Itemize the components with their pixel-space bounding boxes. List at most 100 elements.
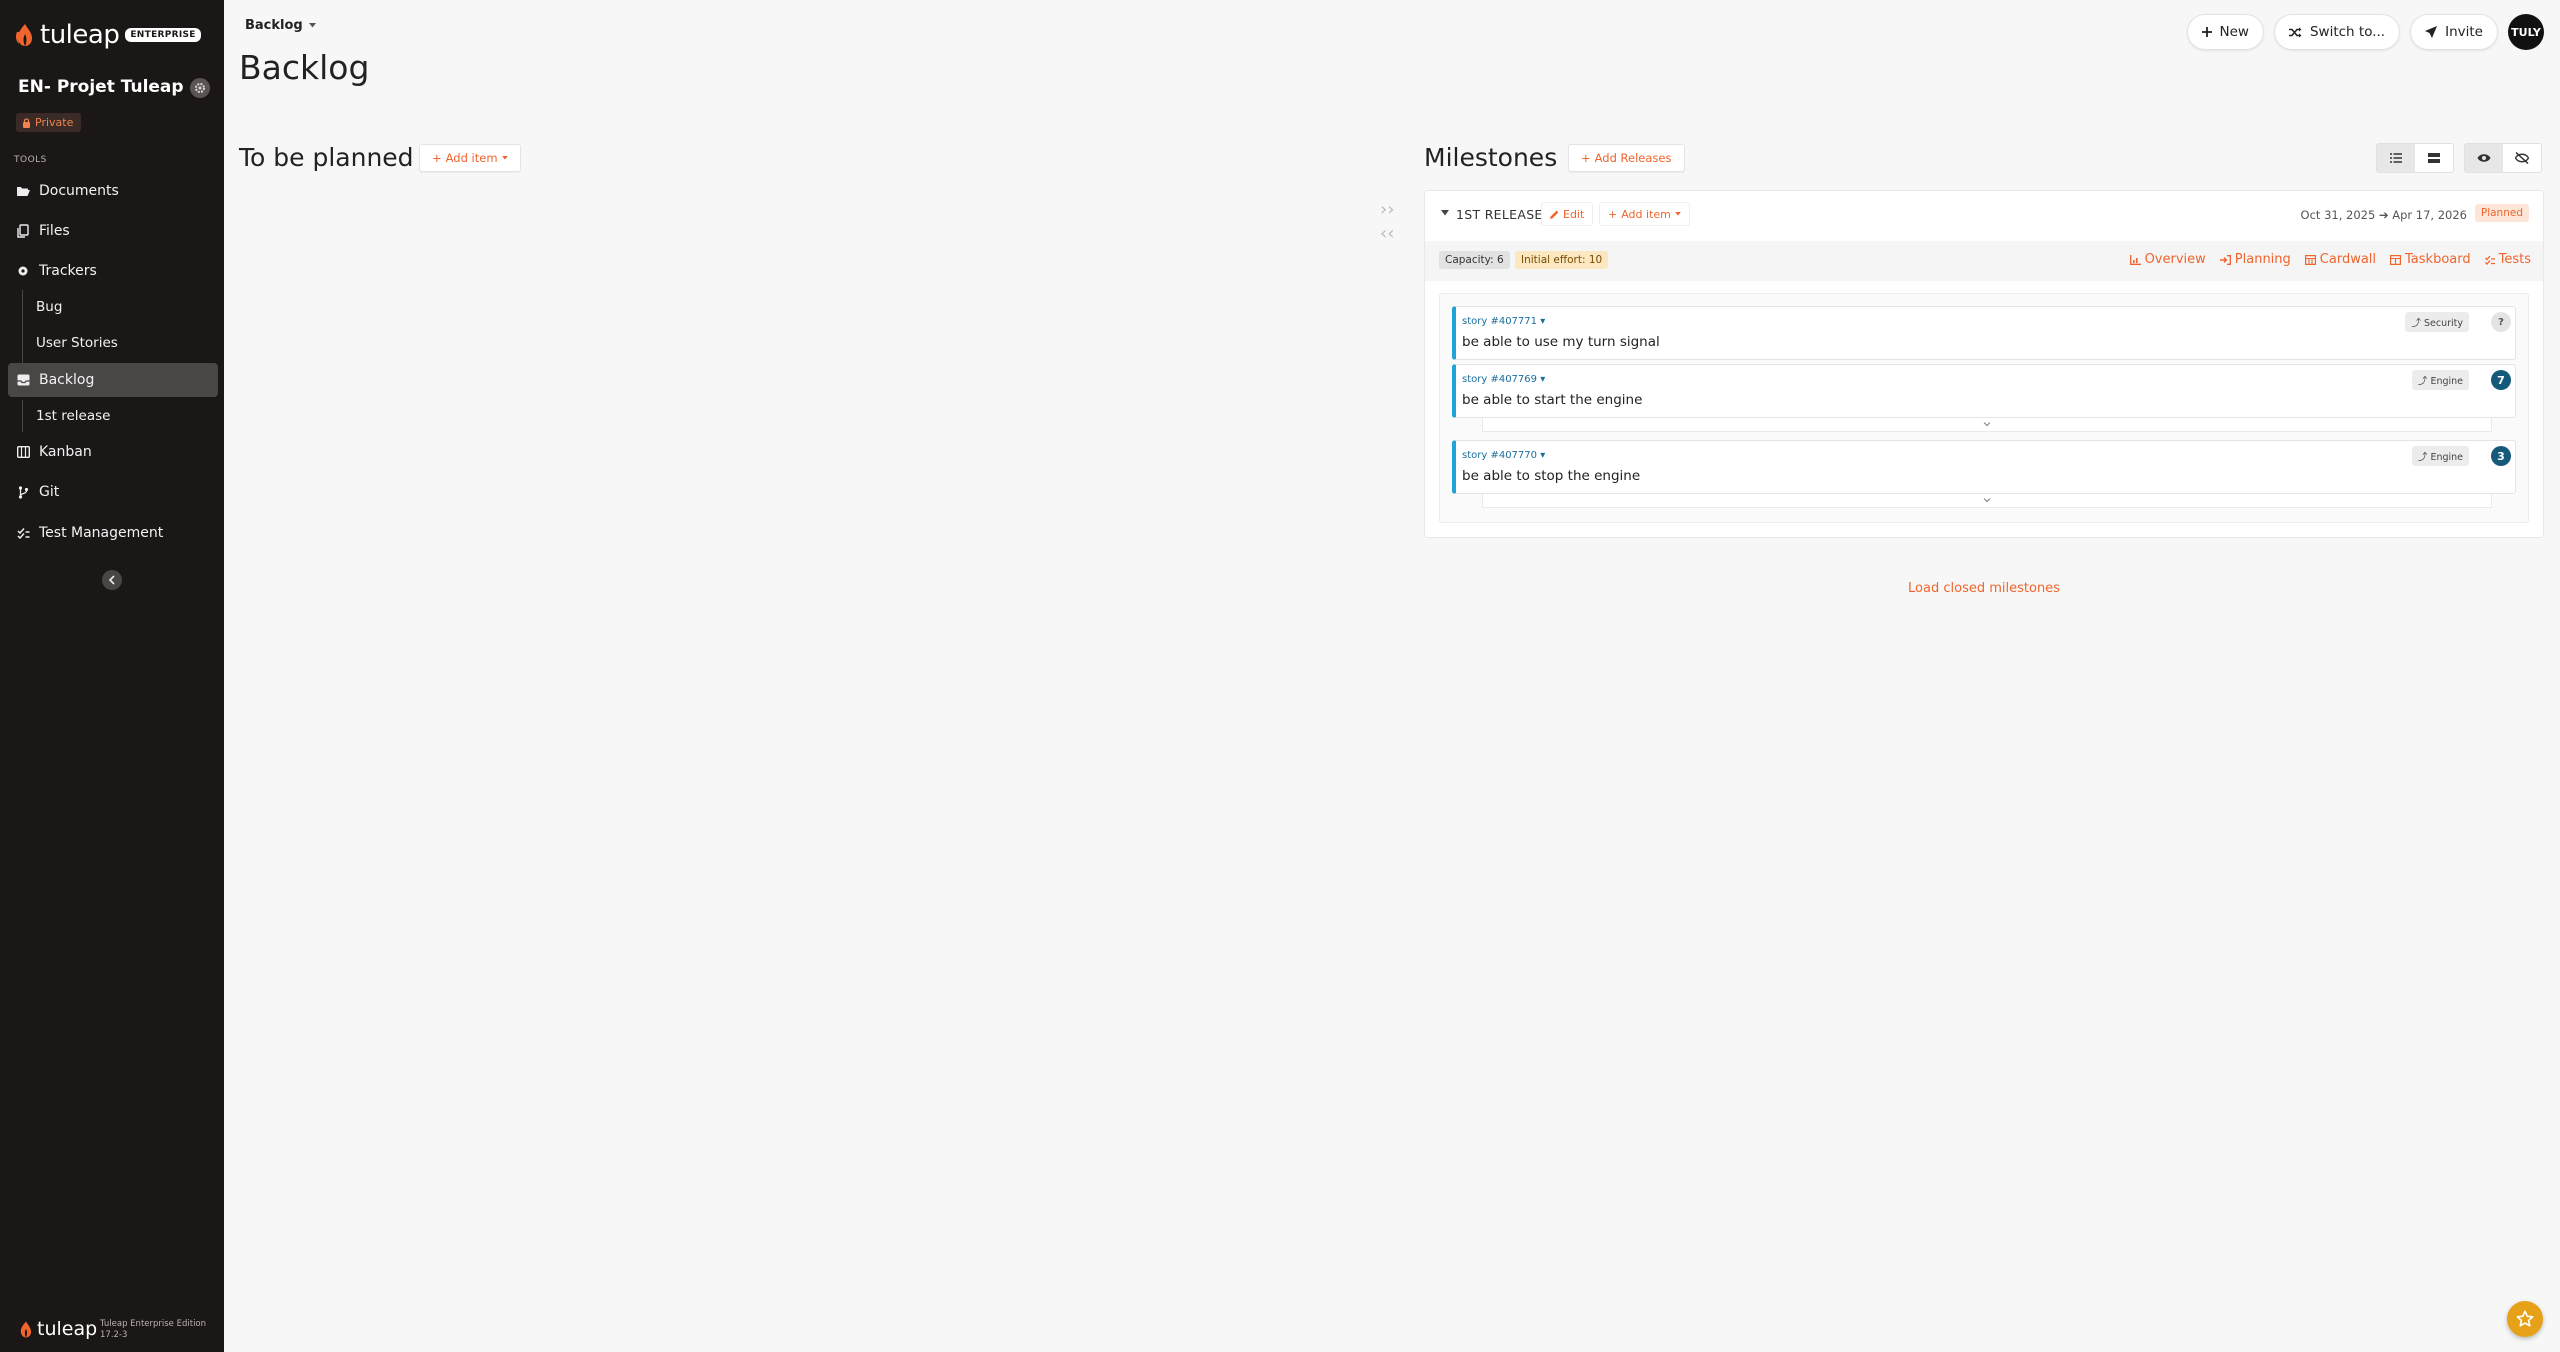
project-name[interactable]: EN- Projet Tuleap — [18, 77, 184, 97]
taskboard-label: Taskboard — [2405, 252, 2471, 267]
breadcrumb-item-backlog: Backlog — [245, 18, 303, 33]
invite-button[interactable]: Invite — [2410, 14, 2498, 50]
overview-link[interactable]: Overview — [2129, 252, 2206, 267]
planning-link[interactable]: Planning — [2219, 252, 2291, 267]
footer-logo[interactable]: tuleap — [18, 1318, 97, 1340]
sidebar-item-label: Kanban — [39, 444, 92, 460]
taskboard-icon — [2390, 254, 2402, 265]
sidebar-item-user-stories[interactable]: User Stories — [36, 335, 118, 351]
switch-to-button[interactable]: Switch to... — [2273, 14, 2401, 50]
capacity-badge: Capacity: 6 — [1439, 251, 1510, 269]
edit-label: Edit — [1563, 207, 1585, 221]
item-expand-toggle[interactable] — [1482, 418, 2492, 432]
to-be-planned-add-item-button[interactable]: + Add item — [419, 144, 521, 172]
overview-label: Overview — [2144, 252, 2206, 267]
invite-label: Invite — [2445, 24, 2483, 40]
list-compact-icon — [2428, 153, 2440, 163]
item-id[interactable]: story #407769 ▾ — [1462, 374, 1545, 385]
item-points-badge: ? — [2491, 312, 2511, 332]
switch-to-label: Switch to... — [2309, 24, 2386, 40]
item-id[interactable]: story #407770 ▾ — [1462, 450, 1545, 461]
sidebar-item-trackers[interactable]: Trackers — [8, 254, 218, 288]
item-title: be able to stop the engine — [1462, 468, 1641, 484]
milestones-title: Milestones — [1424, 143, 1558, 172]
collapse-sidebar-button[interactable] — [102, 570, 122, 590]
folder-open-icon — [16, 184, 30, 198]
milestone-info-bar: Capacity: 6 Initial effort: 10 Overview … — [1425, 241, 2543, 281]
load-closed-milestones-link[interactable]: Load closed milestones — [1424, 581, 2544, 596]
item-tag: ⤴ Security — [2405, 312, 2469, 332]
cardwall-link[interactable]: Cardwall — [2304, 252, 2376, 267]
sidebar-item-git[interactable]: Git — [8, 475, 218, 509]
show-closed-button[interactable] — [2465, 144, 2503, 172]
tests-link[interactable]: Tests — [2484, 252, 2531, 267]
milestone-start-date: Oct 31, 2025 — [2300, 208, 2376, 222]
item-tag: ⤴ Engine — [2411, 370, 2469, 390]
star-icon — [2516, 1310, 2534, 1327]
sub-nav-line — [22, 400, 23, 432]
caret-down-icon — [308, 23, 316, 28]
project-settings-gear-icon[interactable] — [190, 78, 210, 98]
item-title: be able to start the engine — [1462, 392, 1643, 408]
sub-nav-line — [22, 290, 23, 366]
sidebar-item-1st-release[interactable]: 1st release — [36, 408, 110, 424]
chevron-down-icon — [1983, 498, 1991, 503]
view-toggles — [2376, 143, 2542, 173]
sidebar-item-kanban[interactable]: Kanban — [8, 435, 218, 469]
privacy-label: Private — [35, 116, 74, 129]
sidebar-item-label: Documents — [39, 183, 119, 199]
table-icon — [2304, 254, 2316, 265]
planning-label: Planning — [2234, 252, 2291, 267]
add-releases-label: Add Releases — [1594, 151, 1672, 165]
breadcrumb[interactable]: Backlog — [245, 18, 316, 33]
chart-bar-icon — [2129, 254, 2141, 265]
milestone-edit-button[interactable]: Edit — [1541, 202, 1594, 226]
paper-plane-icon — [2425, 26, 2438, 38]
milestone-release: 1ST RELEASE Edit + Add item Oct 31, 2025… — [1424, 190, 2544, 538]
sidebar-item-label: Git — [39, 484, 60, 500]
lock-icon — [23, 117, 30, 128]
backlog-item-card[interactable]: story #407770 ▾ be able to stop the engi… — [1452, 440, 2516, 494]
milestone-name: 1ST RELEASE — [1456, 207, 1543, 222]
chevron-down-icon — [1983, 422, 1991, 427]
add-releases-button[interactable]: + Add Releases — [1568, 144, 1685, 172]
item-expand-toggle[interactable] — [1482, 494, 2492, 508]
sidebar-item-files[interactable]: Files — [8, 214, 218, 248]
milestone-end-date: Apr 17, 2026 — [2392, 208, 2467, 222]
caret-down-icon[interactable] — [1441, 210, 1449, 216]
sidebar-item-label: Backlog — [39, 372, 95, 388]
milestone-header[interactable]: 1ST RELEASE Edit + Add item Oct 31, 2025… — [1425, 191, 2543, 241]
detailed-view-button[interactable] — [2377, 144, 2415, 172]
sidebar-item-backlog[interactable]: Backlog — [8, 363, 218, 397]
sidebar-item-documents[interactable]: Documents — [8, 174, 218, 208]
chevron-left-icon — [108, 575, 115, 585]
hide-closed-button[interactable] — [2503, 144, 2541, 172]
tuleap-flame-icon — [20, 1321, 32, 1337]
add-item-label: Add item — [445, 151, 498, 165]
sidebar-item-bug[interactable]: Bug — [36, 299, 62, 315]
list-detailed-icon — [2390, 153, 2402, 163]
sidebar-item-test-management[interactable]: Test Management — [8, 516, 218, 550]
backlog-item-card[interactable]: story #407769 ▾ be able to start the eng… — [1452, 364, 2516, 418]
chevron-left-double-icon: ‹‹ — [1380, 223, 1395, 244]
taskboard-link[interactable]: Taskboard — [2390, 252, 2471, 267]
favorite-star-button[interactable] — [2507, 1301, 2543, 1337]
trackers-gear-icon — [16, 264, 30, 278]
compact-view-button[interactable] — [2415, 144, 2453, 172]
eye-icon — [2477, 154, 2491, 162]
item-id[interactable]: story #407771 ▾ — [1462, 316, 1545, 327]
footer-version: Tuleap Enterprise Edition 17.2-3 — [100, 1319, 206, 1341]
plus-icon: + — [1608, 207, 1618, 221]
eye-slash-icon — [2515, 152, 2529, 164]
new-button[interactable]: New — [2186, 14, 2264, 50]
user-avatar[interactable]: TULY — [2508, 14, 2544, 50]
add-item-label: Add item — [1621, 207, 1671, 221]
milestone-add-item-button[interactable]: + Add item — [1599, 202, 1690, 226]
to-be-planned-title: To be planned — [239, 143, 414, 172]
sidebar: tuleap ENTERPRISE EN- Projet Tuleap Priv… — [0, 0, 224, 1352]
drag-arrows: ›› ‹‹ — [1380, 198, 1394, 246]
sidebar-item-label: Files — [39, 223, 70, 239]
backlog-item-card[interactable]: story #407771 ▾ be able to use my turn s… — [1452, 306, 2516, 360]
tuleap-logo[interactable]: tuleap ENTERPRISE — [14, 20, 201, 50]
check-double-icon — [16, 526, 30, 540]
